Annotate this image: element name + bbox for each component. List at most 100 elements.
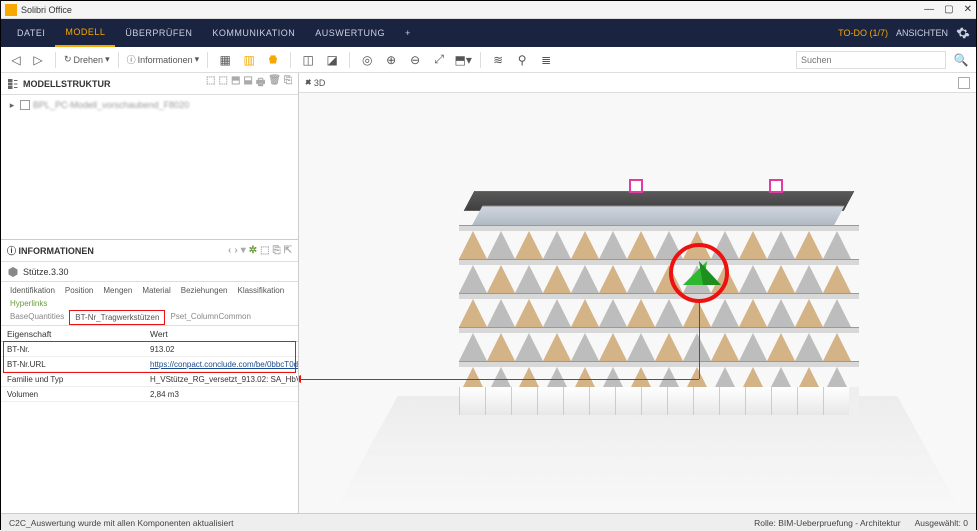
nav-fwd-icon[interactable]: ▷ — [29, 51, 47, 69]
info-dropdown-icon[interactable]: ▾ — [241, 245, 246, 256]
tab-position[interactable]: Position — [60, 284, 98, 297]
building-model — [399, 123, 899, 463]
prop-key: BT-Nr.URL — [1, 360, 146, 369]
status-role: Rolle: BIM-Ueberpruefung - Architektur — [754, 518, 900, 528]
prop-row[interactable]: BT-Nr. 913.02 — [1, 342, 298, 357]
nav-back-icon[interactable]: ◁ — [7, 51, 25, 69]
menu-ueberpruefen[interactable]: ÜBERPRÜFEN — [115, 28, 202, 38]
tree-checkbox[interactable] — [20, 100, 30, 110]
views-link[interactable]: ANSICHTEN — [896, 28, 948, 38]
gear-icon[interactable] — [956, 26, 970, 40]
rotate-dropdown[interactable]: ↻Drehen ▾ — [64, 54, 110, 65]
tree-icon — [7, 78, 19, 90]
todo-link[interactable]: TO-DO (1/7) — [838, 28, 888, 38]
isolate-icon[interactable]: ▥ — [240, 51, 258, 69]
prop-row[interactable]: Familie und Typ H_VStütze_RG_versetzt_91… — [1, 372, 298, 387]
menu-datei[interactable]: DATEI — [7, 28, 55, 38]
tree-item-label: BPL_PC-Modell_vorschaubend_F8020 — [33, 100, 189, 110]
info-export-icon[interactable]: ⇱ — [284, 245, 292, 256]
status-selected: Ausgewählt: 0 — [915, 518, 968, 528]
zoom-fit-icon[interactable]: ⤢ — [430, 51, 448, 69]
annotation-line-h — [299, 379, 699, 380]
menu-modell[interactable]: MODELL — [55, 19, 115, 47]
tab-material[interactable]: Material — [137, 284, 175, 297]
map-pin-icon[interactable]: ⚲ — [513, 51, 531, 69]
prop-row[interactable]: BT-Nr.URL https://conpact.conclude.com/b… — [1, 357, 298, 372]
prop-key: Familie und Typ — [1, 375, 146, 384]
section-icon[interactable]: ⬒▾ — [454, 51, 472, 69]
prop-val: 2,84 m3 — [146, 390, 298, 399]
stack-icon[interactable]: ≣ — [537, 51, 555, 69]
tab-beziehungen[interactable]: Beziehungen — [176, 284, 233, 297]
roof-marker-1 — [629, 179, 643, 193]
panel-tool-7[interactable]: ⎘ — [284, 75, 292, 92]
element-cube-icon — [7, 266, 19, 278]
info-copy-icon[interactable]: ⎘ — [273, 245, 281, 256]
app-title: Solibri Office — [21, 5, 72, 15]
expand-icon[interactable]: ▸ — [7, 100, 17, 111]
tab-identifikation[interactable]: Identifikation — [5, 284, 60, 297]
3d-viewport[interactable]: 🞮 3D — [299, 73, 976, 513]
info-refresh-icon[interactable]: ✲ — [249, 245, 257, 256]
prop-val-link[interactable]: https://conpact.conclude.com/be/0bbcT0dT… — [146, 360, 298, 369]
model-structure-header: MODELLSTRUKTUR ⬚ ⬚ ⬒ ⬓ 🖶 🗑 ⎘ — [1, 73, 298, 95]
layers-icon[interactable]: ≋ — [489, 51, 507, 69]
target-icon[interactable]: ◎ — [358, 51, 376, 69]
panel-tool-3[interactable]: ⬒ — [231, 75, 240, 92]
info-tabs: Identifikation Position Mengen Material … — [1, 282, 298, 326]
model-structure-title: MODELLSTRUKTUR — [23, 79, 111, 89]
panel-tool-1[interactable]: ⬚ — [206, 75, 215, 92]
annotation-arrowhead — [299, 375, 301, 383]
panel-tool-5[interactable]: 🖶 — [256, 75, 265, 92]
info-snap-icon[interactable]: ⬚ — [260, 245, 269, 256]
left-sidebar: MODELLSTRUKTUR ⬚ ⬚ ⬒ ⬓ 🖶 🗑 ⎘ ▸ BPL_PC-Mo… — [1, 73, 299, 513]
zoom-in-icon[interactable]: ⊕ — [382, 51, 400, 69]
panel-tool-2[interactable]: ⬚ — [218, 75, 227, 92]
info-element-name: Stütze.3.30 — [23, 267, 69, 277]
prop-val: H_VStütze_RG_versetzt_913.02: SA_HbV_913… — [146, 375, 298, 384]
titlebar: Solibri Office — ▢ ✕ — [1, 1, 976, 19]
info-nav-fwd[interactable]: › — [234, 245, 237, 256]
tab-pset-column[interactable]: Pset_ColumnCommon — [165, 310, 255, 325]
menubar: DATEI MODELL ÜBERPRÜFEN KOMMUNIKATION AU… — [1, 19, 976, 47]
menu-add-tab[interactable]: + — [395, 28, 421, 38]
minimize-button[interactable]: — — [924, 4, 934, 15]
panel-tool-4[interactable]: ⬓ — [243, 75, 252, 92]
annotation-circle — [669, 243, 729, 303]
info-nav-back[interactable]: ‹ — [228, 245, 231, 256]
statusbar: C2C_Auswertung wurde mit allen Komponent… — [1, 513, 976, 531]
close-button[interactable]: ✕ — [964, 4, 972, 15]
prop-key: Volumen — [1, 390, 146, 399]
tree-row[interactable]: ▸ BPL_PC-Modell_vorschaubend_F8020 — [7, 97, 292, 113]
panel-tool-6[interactable]: 🗑 — [268, 75, 281, 92]
annotation-line-v — [699, 299, 700, 379]
maximize-button[interactable]: ▢ — [944, 4, 953, 15]
tab-mengen[interactable]: Mengen — [98, 284, 137, 297]
app-icon — [5, 4, 17, 16]
roof-marker-2 — [769, 179, 783, 193]
info-element-row: Stütze.3.30 — [1, 262, 298, 282]
tab-btnr-active[interactable]: BT-Nr_Tragwerkstützen — [69, 310, 165, 325]
tab-basequantities[interactable]: BaseQuantities — [5, 310, 69, 325]
tab-hyperlinks[interactable]: Hyperlinks — [5, 297, 52, 310]
toolbar: ◁ ▷ ↻Drehen ▾ ⓘInformationen ▾ ▦ ▥ ◫ ◪ ◎… — [1, 47, 976, 73]
zoom-out-icon[interactable]: ⊖ — [406, 51, 424, 69]
tab-klassifikation[interactable]: Klassifikation — [232, 284, 289, 297]
cube2-icon[interactable]: ◪ — [323, 51, 341, 69]
prop-row[interactable]: Volumen 2,84 m3 — [1, 387, 298, 402]
info-dropdown[interactable]: ⓘInformationen ▾ — [127, 53, 200, 66]
show-all-icon[interactable]: ▦ — [216, 51, 234, 69]
viewport-maximize-icon[interactable] — [958, 77, 970, 89]
basket-icon[interactable] — [264, 51, 282, 69]
col-wert: Wert — [146, 329, 298, 339]
status-message: C2C_Auswertung wurde mit allen Komponent… — [9, 518, 233, 528]
menu-kommunikation[interactable]: KOMMUNIKATION — [202, 28, 305, 38]
search-icon[interactable]: 🔍 — [952, 51, 970, 69]
property-header: Eigenschaft Wert — [1, 326, 298, 342]
model-tree[interactable]: ▸ BPL_PC-Modell_vorschaubend_F8020 — [1, 95, 298, 240]
cube-icon[interactable]: ◫ — [299, 51, 317, 69]
search-input[interactable] — [796, 51, 946, 69]
menu-auswertung[interactable]: AUSWERTUNG — [305, 28, 395, 38]
prop-val: 913.02 — [146, 345, 298, 354]
viewport-cube-icon[interactable]: 🞮 — [305, 77, 311, 88]
